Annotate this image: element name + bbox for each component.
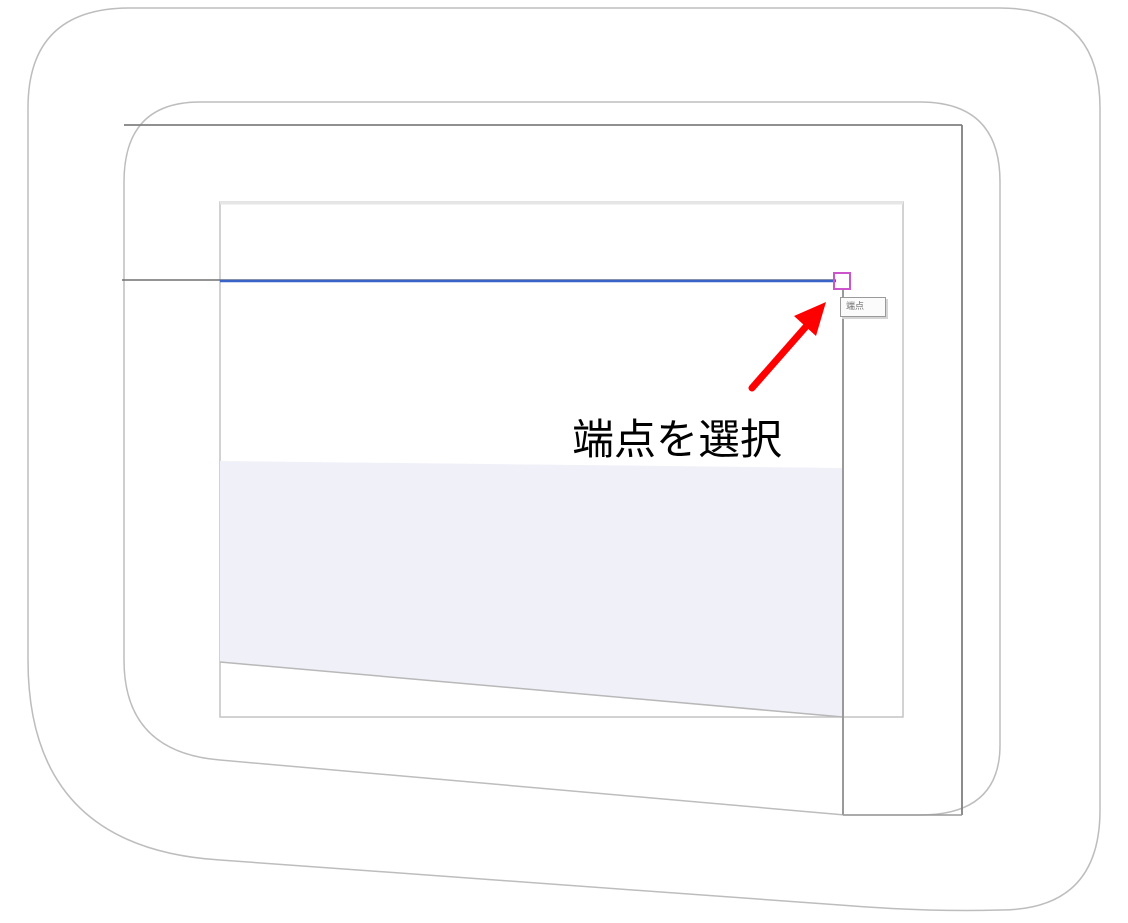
cad-drawing[interactable] [0,0,1128,923]
red-arrow-icon-shaft [748,318,814,392]
endpoint-snap-marker-icon[interactable] [833,272,851,290]
snap-tooltip: 端点 [840,297,886,317]
shaded-region [220,461,843,717]
drawing-canvas[interactable]: 端点 端点を選択 [0,0,1128,923]
inner-offset-outline [123,101,1001,816]
outer-offset-outline [27,7,1101,912]
annotation-label: 端点を選択 [572,415,783,464]
